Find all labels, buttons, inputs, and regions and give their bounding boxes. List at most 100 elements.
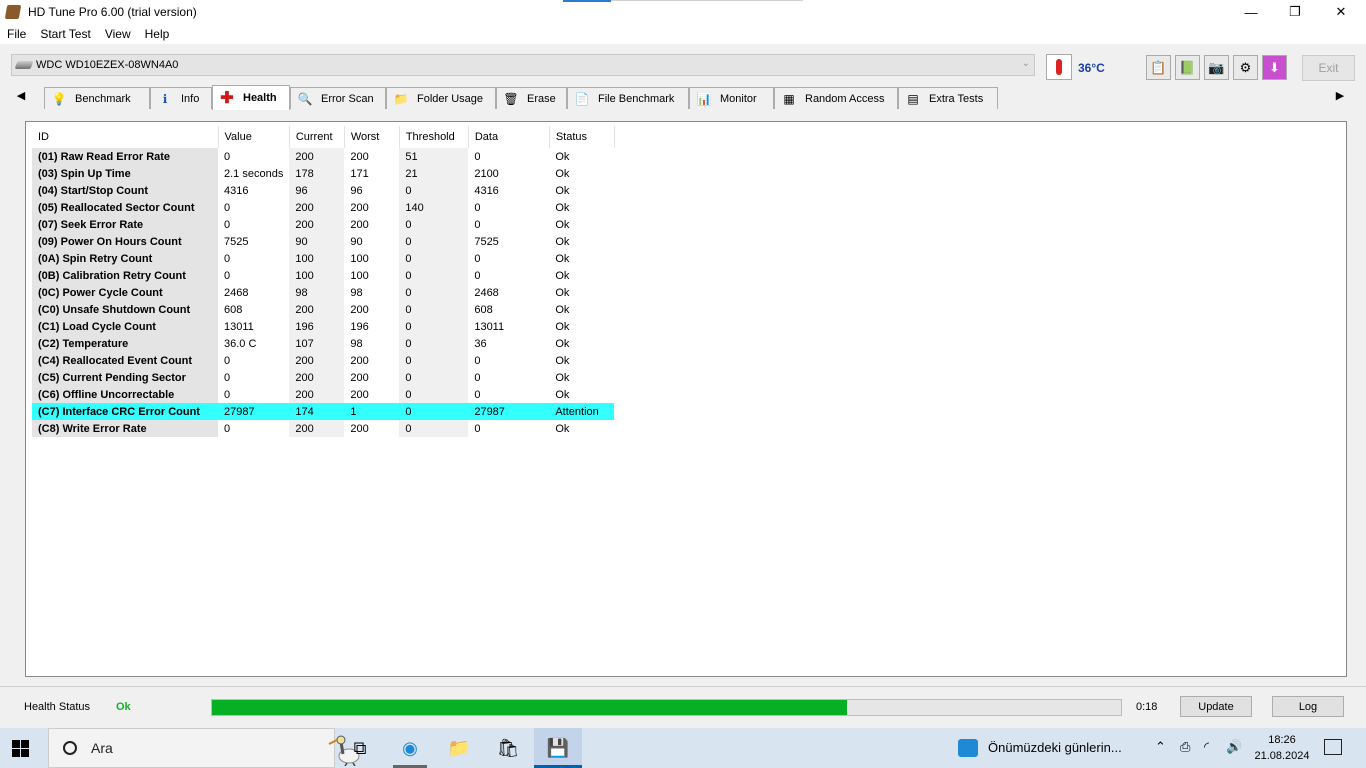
search-placeholder: Ara — [91, 740, 113, 756]
wifi-icon[interactable]: ◜ — [1204, 739, 1209, 755]
table-row[interactable]: (C0) Unsafe Shutdown Count 608 200 200 0 608 O… — [32, 301, 614, 318]
menu-view[interactable]: View — [98, 27, 138, 41]
table-row[interactable]: (C8) Write Error Rate 0 200 200 0 0 Ok — [32, 420, 614, 437]
windows-start-icon[interactable] — [12, 740, 29, 757]
minimize-button[interactable]: — — [1228, 0, 1274, 24]
tab-folder-usage[interactable]: 📁 Folder Usage — [386, 87, 496, 109]
table-row[interactable]: (C4) Reallocated Event Count 0 200 200 0 0 Ok — [32, 352, 614, 369]
tab-health[interactable]: ✚ Health — [212, 85, 290, 110]
table-row[interactable]: (03) Spin Up Time 2.1 seconds 178 171 21 2100… — [32, 165, 614, 182]
progress-fill — [212, 700, 848, 715]
attribute-threshold: 0 — [399, 250, 469, 267]
tab-monitor[interactable]: 📊 Monitor — [689, 87, 774, 109]
menu-start-test[interactable]: Start Test — [33, 27, 97, 41]
notification-icon[interactable] — [1324, 739, 1342, 755]
tab-error-scan[interactable]: 🔍 Error Scan — [290, 87, 386, 109]
attribute-value: 0 — [224, 388, 231, 401]
table-row[interactable]: (0A) Spin Retry Count 0 100 100 0 0 Ok — [32, 250, 614, 267]
attribute-status: Ok — [555, 422, 570, 435]
header-threshold[interactable]: Threshold — [399, 126, 469, 148]
attribute-status: Ok — [555, 218, 570, 231]
attribute-data: 13011 — [474, 320, 505, 333]
copy-all-icon[interactable]: 📗 — [1175, 55, 1200, 80]
attribute-worst: 1 — [344, 403, 400, 420]
clock-date: 21.08.2024 — [1254, 750, 1310, 762]
close-button[interactable]: ✕ — [1318, 0, 1364, 24]
table-row[interactable]: (0B) Calibration Retry Count 0 100 100 0 0 Ok — [32, 267, 614, 284]
copy-info-icon[interactable]: 📋 — [1146, 55, 1171, 80]
header-data[interactable]: Data — [468, 126, 550, 148]
attribute-status: Ok — [555, 388, 570, 401]
header-worst[interactable]: Worst — [344, 126, 400, 148]
header-current[interactable]: Current — [289, 126, 345, 148]
chevron-down-icon[interactable]: ⌄ — [1022, 58, 1030, 69]
table-row[interactable]: (07) Seek Error Rate 0 200 200 0 0 Ok — [32, 216, 614, 233]
table-row[interactable]: (01) Raw Read Error Rate 0 200 200 51 0 Ok — [32, 148, 614, 165]
table-row[interactable]: (05) Reallocated Sector Count 0 200 200 140 0… — [32, 199, 614, 216]
header-id[interactable]: ID — [32, 126, 219, 148]
taskbar-search[interactable]: Ara — [48, 728, 360, 768]
attribute-worst: 100 — [350, 269, 369, 282]
tab-file-benchmark[interactable]: 📄 File Benchmark — [567, 87, 689, 109]
tab-random-access[interactable]: ▦ Random Access — [774, 87, 898, 109]
attribute-worst: 200 — [350, 354, 369, 367]
maximize-button[interactable]: ❐ — [1272, 0, 1318, 24]
task-view-icon[interactable]: ⧉ — [348, 736, 372, 760]
attribute-id: (C4) Reallocated Event Count — [32, 352, 218, 369]
update-button[interactable]: Update — [1180, 696, 1252, 717]
table-row[interactable]: (C6) Offline Uncorrectable 0 200 200 0 0 Ok — [32, 386, 614, 403]
file-explorer-icon[interactable]: 📁 — [447, 736, 471, 760]
edge-browser-icon[interactable]: ◉ — [398, 736, 422, 760]
attribute-threshold: 0 — [399, 403, 469, 420]
temperature-readout: 36°C — [1078, 61, 1105, 75]
attribute-threshold: 0 — [399, 318, 469, 335]
tab-benchmark[interactable]: 💡 Benchmark — [44, 87, 150, 109]
table-row[interactable]: (C7) Interface CRC Error Count 27987 174 1 0… — [32, 403, 615, 420]
tab-scroll-right-icon[interactable]: ▶ — [1333, 89, 1347, 102]
meet-now-icon[interactable]: ⎙ — [1180, 739, 1190, 755]
exit-button[interactable]: Exit — [1302, 55, 1355, 81]
header-status[interactable]: Status — [549, 126, 615, 148]
system-clock[interactable]: 18:26 21.08.2024 — [1252, 732, 1312, 764]
attribute-id: (C5) Current Pending Sector — [32, 369, 218, 386]
attribute-worst: 200 — [350, 388, 369, 401]
screenshot-camera-icon[interactable]: 📷 — [1204, 55, 1229, 80]
attribute-status: Ok — [555, 150, 570, 163]
news-widget-text[interactable]: Önümüzdeki günlerin... — [988, 740, 1122, 755]
hdtune-taskbar-icon[interactable]: 💾 — [546, 736, 570, 760]
attribute-current: 178 — [289, 165, 345, 182]
attribute-threshold: 0 — [399, 420, 469, 437]
drive-selector[interactable]: WDC WD10EZEX-08WN4A0 ⌄ — [11, 54, 1035, 76]
chevron-up-icon[interactable]: ⌃ — [1155, 739, 1166, 755]
attribute-current: 96 — [289, 182, 345, 199]
attribute-current: 90 — [289, 233, 345, 250]
header-value[interactable]: Value — [218, 126, 290, 148]
tab-erase[interactable]: 🗑 Erase — [496, 87, 567, 109]
options-wrench-icon[interactable]: ⚙ — [1233, 55, 1258, 80]
table-row[interactable]: (04) Start/Stop Count 4316 96 96 0 4316 Ok — [32, 182, 614, 199]
store-icon[interactable]: 🛍 — [496, 736, 520, 760]
news-weather-icon[interactable] — [958, 739, 978, 757]
tab-scroll-left-icon[interactable]: ◀ — [14, 89, 28, 102]
attribute-value: 608 — [224, 303, 243, 316]
attribute-threshold: 21 — [399, 165, 469, 182]
attribute-threshold: 0 — [399, 301, 469, 318]
table-row[interactable]: (09) Power On Hours Count 7525 90 90 0 7525 Ok — [32, 233, 614, 250]
attribute-current: 200 — [289, 148, 345, 165]
menu-bar: File Start Test View Help — [0, 24, 1366, 44]
log-button[interactable]: Log — [1272, 696, 1344, 717]
attribute-value: 0 — [224, 422, 231, 435]
table-row[interactable]: (C2) Temperature 36.0 C 107 98 0 36 Ok — [32, 335, 614, 352]
attribute-threshold: 0 — [399, 182, 469, 199]
save-download-icon[interactable]: ⬇ — [1262, 55, 1287, 80]
table-row[interactable]: (C1) Load Cycle Count 13011 196 196 0 13011 Ok — [32, 318, 614, 335]
volume-icon[interactable]: 🔊 — [1226, 739, 1242, 755]
attribute-status: Ok — [555, 184, 570, 197]
table-row[interactable]: (0C) Power Cycle Count 2468 98 98 0 2468 Ok — [32, 284, 614, 301]
menu-help[interactable]: Help — [138, 27, 177, 41]
magnifier-icon: 🔍 — [297, 91, 313, 106]
menu-file[interactable]: File — [0, 27, 33, 41]
tab-info[interactable]: ℹ Info — [150, 87, 212, 109]
tab-extra-tests[interactable]: ▤ Extra Tests — [898, 87, 998, 109]
table-row[interactable]: (C5) Current Pending Sector 0 200 200 0 0 Ok — [32, 369, 614, 386]
